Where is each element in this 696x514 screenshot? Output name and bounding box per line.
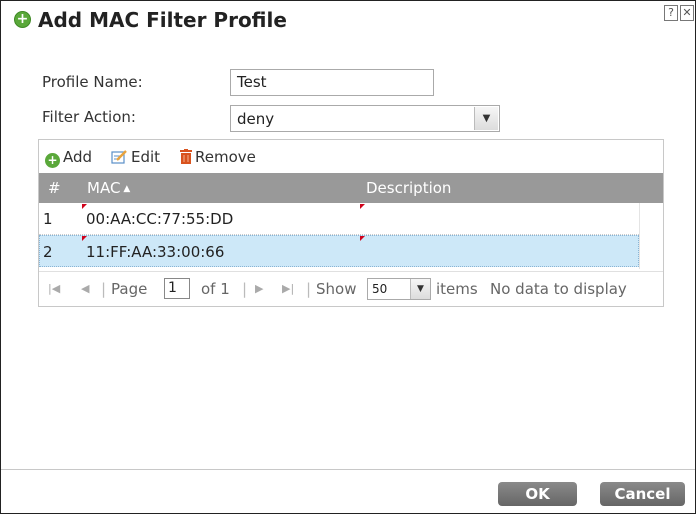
pager-status: No data to display xyxy=(490,280,627,298)
mac-grid-panel: + Add Edit Remove # MAC ▲ Description 1 … xyxy=(38,139,664,307)
edit-icon xyxy=(111,149,128,168)
dialog-titlebar: + Add MAC Filter Profile ? ✕ xyxy=(1,1,695,41)
table-row-selected[interactable]: 2 11:FF:AA:33:00:66 xyxy=(39,235,639,267)
filter-action-value: deny xyxy=(237,110,275,128)
pager-separator: | xyxy=(306,280,312,298)
grid-pager: |◀ ◀ | Page 1 of 1 | ▶ ▶| | Show 50 ▼ it… xyxy=(39,271,663,306)
trash-icon xyxy=(180,149,192,168)
grid-body: 1 00:AA:CC:77:55:DD 2 11:FF:AA:33:00:66 xyxy=(39,203,639,267)
add-button[interactable]: + Add xyxy=(45,148,92,168)
show-label: Show xyxy=(316,280,357,298)
modified-marker xyxy=(360,236,365,241)
pager-separator: | xyxy=(242,280,248,298)
row-mac[interactable]: 11:FF:AA:33:00:66 xyxy=(86,243,224,261)
sort-ascending-icon: ▲ xyxy=(123,184,131,194)
column-header-number[interactable]: # xyxy=(48,179,61,197)
remove-button[interactable]: Remove xyxy=(180,148,256,168)
column-header-description[interactable]: Description xyxy=(366,179,451,197)
dialog-title: Add MAC Filter Profile xyxy=(38,8,287,32)
page-size-value: 50 xyxy=(372,282,388,296)
footer-divider xyxy=(1,469,695,470)
chevron-down-icon[interactable]: ▼ xyxy=(474,107,498,130)
modified-marker xyxy=(82,204,87,209)
page-size-select[interactable]: 50 ▼ xyxy=(367,278,431,300)
profile-name-input[interactable]: Test xyxy=(230,69,434,96)
modified-marker xyxy=(82,236,87,241)
filter-action-select[interactable]: deny ▼ xyxy=(230,105,500,132)
column-header-mac[interactable]: MAC ▲ xyxy=(87,179,130,197)
modified-marker xyxy=(360,204,365,209)
grid-scrollbar[interactable] xyxy=(639,203,663,269)
add-circle-icon: + xyxy=(14,11,31,28)
edit-button[interactable]: Edit xyxy=(111,148,160,168)
cancel-button[interactable]: Cancel xyxy=(600,482,685,506)
help-icon[interactable]: ? xyxy=(664,5,678,21)
pager-separator: | xyxy=(101,280,107,298)
ok-button[interactable]: OK xyxy=(498,482,577,506)
row-number: 1 xyxy=(43,210,53,228)
grid-toolbar: + Add Edit Remove xyxy=(39,140,663,173)
next-page-icon[interactable]: ▶ xyxy=(255,282,263,295)
row-number: 2 xyxy=(43,243,53,261)
add-icon: + xyxy=(45,153,60,168)
last-page-icon[interactable]: ▶| xyxy=(282,282,294,295)
page-count-label: of 1 xyxy=(201,280,230,298)
profile-name-label: Profile Name: xyxy=(42,73,143,91)
close-icon[interactable]: ✕ xyxy=(680,5,694,21)
add-button-label: Add xyxy=(63,148,93,166)
add-mac-filter-profile-dialog: + Add MAC Filter Profile ? ✕ Profile Nam… xyxy=(0,0,696,514)
row-mac[interactable]: 00:AA:CC:77:55:DD xyxy=(86,210,233,228)
chevron-down-icon[interactable]: ▼ xyxy=(410,279,430,299)
first-page-icon[interactable]: |◀ xyxy=(48,282,60,295)
edit-button-label: Edit xyxy=(131,148,161,166)
filter-action-label: Filter Action: xyxy=(42,108,136,126)
items-label: items xyxy=(436,280,478,298)
grid-header-filler xyxy=(639,173,663,203)
remove-button-label: Remove xyxy=(195,148,256,166)
page-label: Page xyxy=(111,280,148,298)
table-row[interactable]: 1 00:AA:CC:77:55:DD xyxy=(39,203,639,235)
grid-header: # MAC ▲ Description xyxy=(39,173,639,203)
page-number-input[interactable]: 1 xyxy=(164,278,190,299)
previous-page-icon[interactable]: ◀ xyxy=(81,282,89,295)
